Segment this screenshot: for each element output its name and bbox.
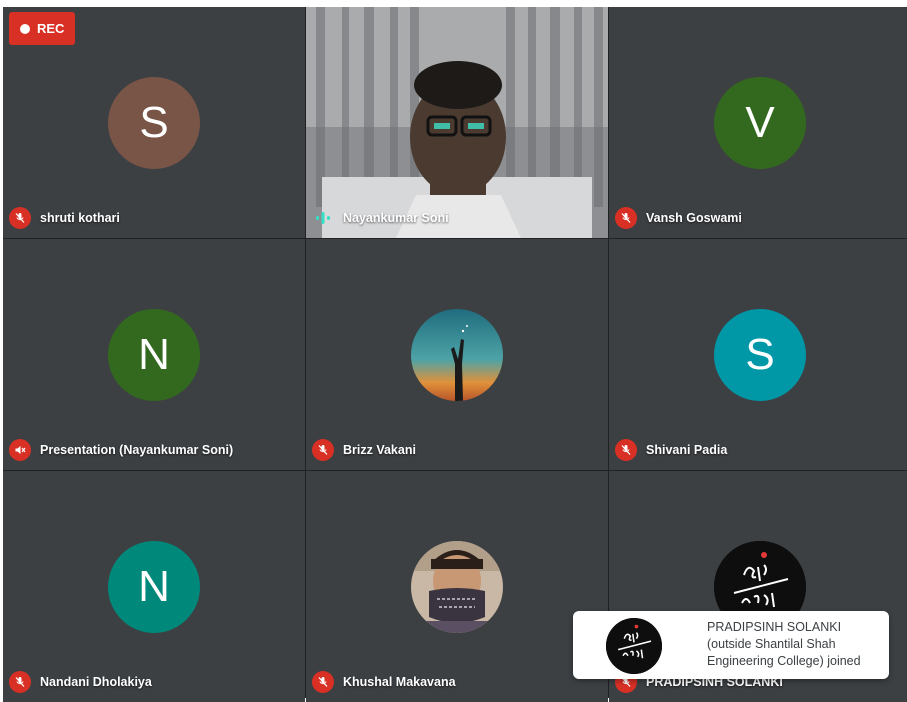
mic-off-icon [312, 671, 334, 693]
profile-photo [411, 309, 503, 401]
participant-name-row: Nandani Dholakiya [9, 671, 152, 693]
recording-badge: REC [9, 12, 75, 45]
recording-label: REC [37, 21, 65, 36]
profile-logo [606, 618, 662, 674]
avatar: V [714, 77, 806, 169]
avatar [411, 309, 503, 401]
meeting-stage: S shruti kothari Nayankumar Soni V Vansh… [3, 7, 907, 702]
mic-off-icon [9, 671, 31, 693]
participant-name: Nayankumar Soni [343, 211, 449, 225]
participant-name: shruti kothari [40, 211, 120, 225]
participant-name: Vansh Goswami [646, 211, 742, 225]
audio-muted-icon [9, 439, 31, 461]
participant-name: Presentation (Nayankumar Soni) [40, 443, 234, 457]
participant-name: Brizz Vakani [343, 443, 416, 457]
avatar: S [714, 309, 806, 401]
avatar [411, 541, 503, 633]
participant-name-row: shruti kothari [9, 207, 120, 229]
notification-line: (outside Shantilal Shah [707, 637, 836, 651]
participant-name-row: Nayankumar Soni [312, 207, 449, 229]
notification-line: PRADIPSINH SOLANKI [707, 620, 842, 634]
mic-off-icon [615, 439, 637, 461]
participant-tile-nandani-dholakiya[interactable]: N Nandani Dholakiya [3, 471, 305, 702]
participant-tile-nayankumar-soni[interactable]: Nayankumar Soni [306, 7, 608, 238]
video-feed [306, 7, 608, 238]
record-dot-icon [20, 23, 30, 34]
participant-name: Khushal Makavana [343, 675, 456, 689]
join-notification: PRADIPSINH SOLANKI (outside Shantilal Sh… [573, 611, 889, 679]
mic-off-icon [615, 207, 637, 229]
notification-line: Engineering College) joined [707, 654, 861, 668]
participant-name-row: Vansh Goswami [615, 207, 742, 229]
participant-tile-shivani-padia[interactable]: S Shivani Padia [609, 239, 907, 470]
participant-tile-vansh-goswami[interactable]: V Vansh Goswami [609, 7, 907, 238]
mic-off-icon [312, 439, 334, 461]
participant-name-row: Shivani Padia [615, 439, 727, 461]
avatar: N [108, 309, 200, 401]
participant-name: Shivani Padia [646, 443, 728, 457]
speaking-indicator-icon [312, 207, 334, 229]
avatar: S [108, 77, 200, 169]
participant-name-row: Presentation (Nayankumar Soni) [9, 439, 233, 461]
profile-photo [411, 541, 503, 633]
participant-name-row: Brizz Vakani [312, 439, 416, 461]
notification-text: PRADIPSINH SOLANKI (outside Shantilal Sh… [707, 619, 883, 670]
participant-name-row: Khushal Makavana [312, 671, 456, 693]
avatar: N [108, 541, 200, 633]
mic-off-icon [9, 207, 31, 229]
participant-tile-khushal-makavana[interactable]: Khushal Makavana [306, 471, 608, 702]
participant-tile-brizz-vakani[interactable]: Brizz Vakani [306, 239, 608, 470]
notification-avatar [606, 618, 662, 674]
participant-name: Nandani Dholakiya [40, 675, 152, 689]
participant-tile-presentation[interactable]: N Presentation (Nayankumar Soni) [3, 239, 305, 470]
